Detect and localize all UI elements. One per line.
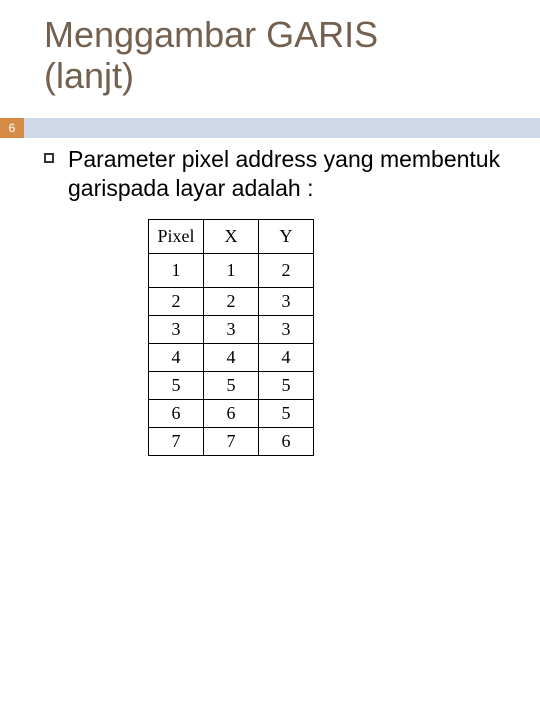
square-bullet-icon	[44, 153, 54, 163]
table-row: 5 5 5	[149, 371, 314, 399]
table-row: 6 6 5	[149, 399, 314, 427]
title-line-1: Menggambar GARIS	[44, 14, 378, 55]
cell-y: 3	[259, 315, 314, 343]
cell-pixel: 6	[149, 399, 204, 427]
table-header-row: Pixel X Y	[149, 219, 314, 253]
cell-y: 5	[259, 399, 314, 427]
col-header-pixel: Pixel	[149, 219, 204, 253]
table-row: 1 1 2	[149, 253, 314, 287]
bullet-item: Parameter pixel address yang membentuk g…	[44, 145, 516, 203]
cell-y: 6	[259, 427, 314, 455]
cell-x: 3	[204, 315, 259, 343]
cell-pixel: 3	[149, 315, 204, 343]
table-row: 2 2 3	[149, 287, 314, 315]
cell-x: 6	[204, 399, 259, 427]
cell-y: 4	[259, 343, 314, 371]
cell-pixel: 1	[149, 253, 204, 287]
cell-pixel: 2	[149, 287, 204, 315]
cell-y: 2	[259, 253, 314, 287]
cell-x: 5	[204, 371, 259, 399]
page-number-badge: 6	[0, 118, 24, 138]
pixel-table-wrap: Pixel X Y 1 1 2 2 2 3 3 3	[148, 219, 516, 456]
table-row: 4 4 4	[149, 343, 314, 371]
content-area: Parameter pixel address yang membentuk g…	[44, 145, 516, 456]
cell-pixel: 7	[149, 427, 204, 455]
cell-x: 2	[204, 287, 259, 315]
cell-x: 7	[204, 427, 259, 455]
header-accent-bar	[0, 118, 540, 138]
col-header-x: X	[204, 219, 259, 253]
cell-y: 3	[259, 287, 314, 315]
table-row: 7 7 6	[149, 427, 314, 455]
pixel-address-table: Pixel X Y 1 1 2 2 2 3 3 3	[148, 219, 314, 456]
slide-title: Menggambar GARIS (lanjt)	[0, 0, 540, 97]
col-header-y: Y	[259, 219, 314, 253]
table-row: 3 3 3	[149, 315, 314, 343]
title-line-2: (lanjt)	[44, 55, 134, 96]
cell-x: 1	[204, 253, 259, 287]
cell-pixel: 5	[149, 371, 204, 399]
cell-y: 5	[259, 371, 314, 399]
cell-x: 4	[204, 343, 259, 371]
paragraph-text: Parameter pixel address yang membentuk g…	[68, 145, 516, 203]
cell-pixel: 4	[149, 343, 204, 371]
